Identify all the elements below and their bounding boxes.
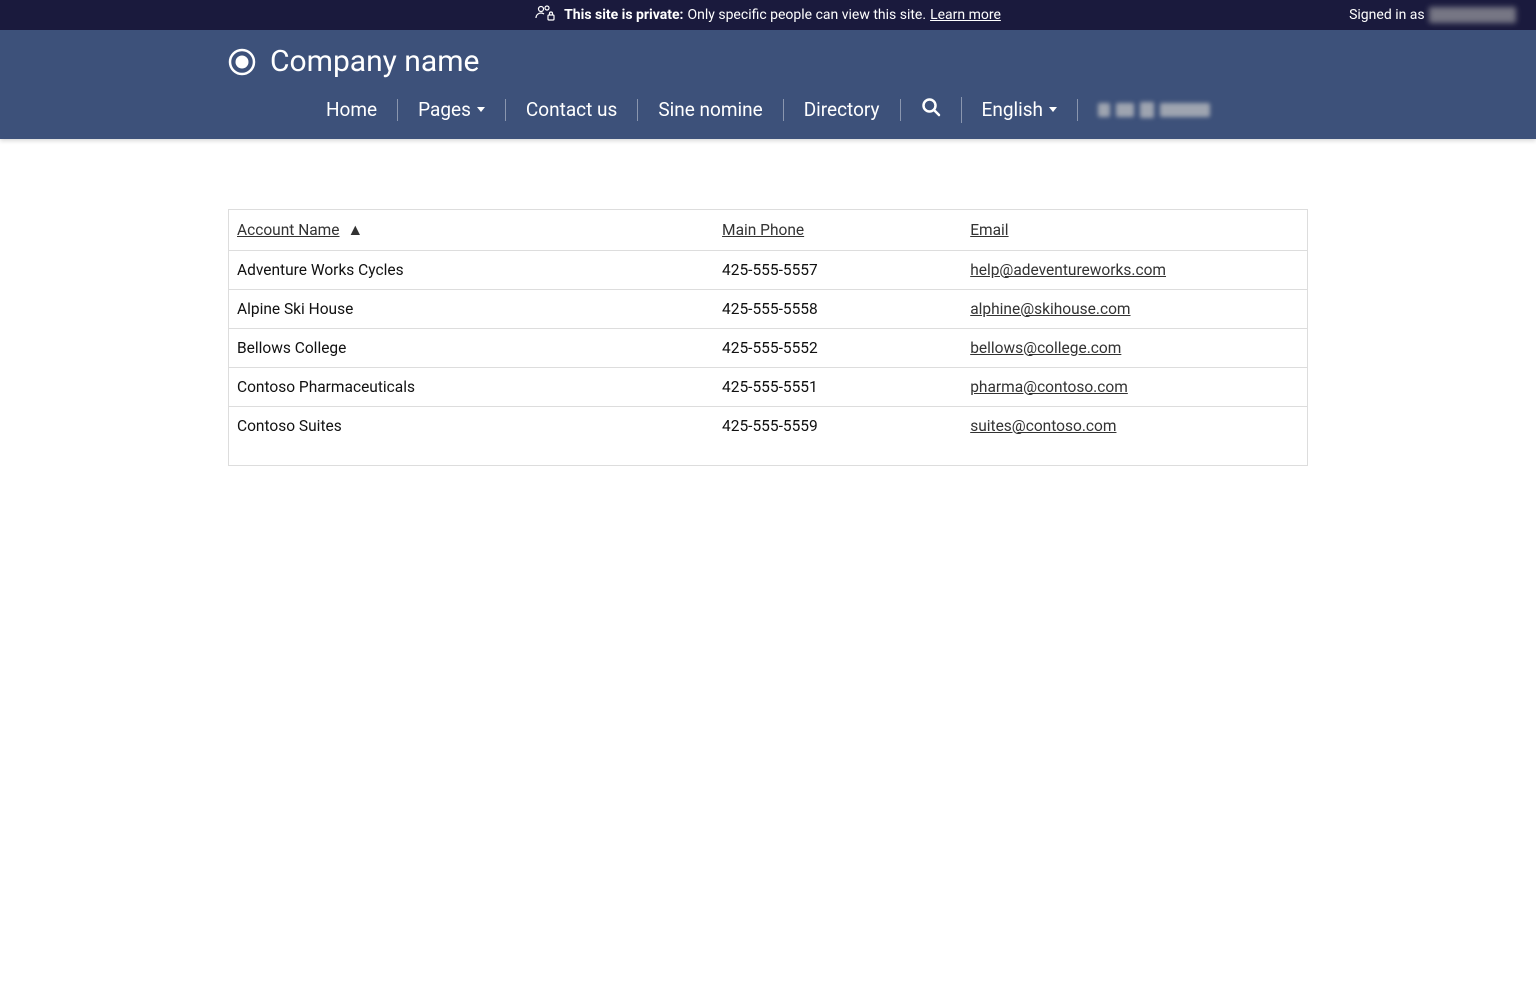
banner-message: Only specific people can view this site. [687, 7, 926, 23]
cell-main-phone: 425-555-5552 [714, 328, 962, 367]
nav-sine-label: Sine nomine [658, 99, 762, 122]
column-header-account-name-link[interactable]: Account Name [237, 221, 340, 239]
signed-in-label: Signed in as [1349, 7, 1425, 23]
cell-account-name: Bellows College [229, 328, 715, 367]
accounts-table: Account Name ▲ Main Phone Email Adventur… [228, 209, 1308, 466]
email-link[interactable]: help@adeventureworks.com [970, 261, 1166, 279]
table-row: Contoso Suites425-555-5559 suites@contoso… [229, 406, 1308, 465]
main-nav: Home Pages Contact us Sine nomine Direct… [228, 97, 1308, 139]
email-link[interactable]: bellows@college.com [970, 339, 1121, 357]
nav-search[interactable] [901, 97, 962, 123]
column-header-email[interactable]: Email [962, 209, 1307, 250]
email-link[interactable]: suites@contoso.com [970, 417, 1116, 435]
sort-ascending-icon: ▲ [347, 220, 363, 240]
nav-user[interactable] [1078, 102, 1230, 118]
cell-account-name: Contoso Pharmaceuticals [229, 367, 715, 406]
column-header-email-link[interactable]: Email [970, 221, 1008, 239]
chevron-down-icon [1049, 107, 1057, 112]
search-icon [921, 97, 941, 123]
nav-directory[interactable]: Directory [784, 99, 901, 122]
email-link[interactable]: pharma@contoso.com [970, 378, 1128, 396]
email-link[interactable]: alphine@skihouse.com [970, 300, 1130, 318]
nav-pages-label: Pages [418, 99, 471, 122]
cell-account-name: Contoso Suites [229, 406, 715, 465]
people-lock-icon [535, 5, 560, 25]
nav-home-label: Home [326, 99, 377, 122]
company-name: Company name [270, 44, 479, 79]
cell-main-phone: 425-555-5558 [714, 289, 962, 328]
table-row: Contoso Pharmaceuticals425-555-5551 pharm… [229, 367, 1308, 406]
chevron-down-icon [477, 107, 485, 112]
main-content: Account Name ▲ Main Phone Email Adventur… [218, 209, 1318, 466]
signed-in-user: xxxxx xx xxxx [1429, 7, 1516, 23]
banner-title: This site is private: [564, 7, 683, 23]
cell-main-phone: 425-555-5551 [714, 367, 962, 406]
nav-contact-label: Contact us [526, 99, 617, 122]
nav-language[interactable]: English [962, 99, 1078, 122]
cell-email: alphine@skihouse.com [962, 289, 1307, 328]
nav-pages[interactable]: Pages [398, 99, 506, 122]
cell-account-name: Adventure Works Cycles [229, 250, 715, 289]
nav-language-label: English [982, 99, 1043, 122]
cell-account-name: Alpine Ski House [229, 289, 715, 328]
nav-home[interactable]: Home [306, 99, 398, 122]
column-header-main-phone-link[interactable]: Main Phone [722, 221, 804, 239]
cell-email: help@adeventureworks.com [962, 250, 1307, 289]
column-header-main-phone[interactable]: Main Phone [714, 209, 962, 250]
cell-email: pharma@contoso.com [962, 367, 1307, 406]
cell-main-phone: 425-555-5557 [714, 250, 962, 289]
private-site-banner: This site is private: Only specific peop… [0, 0, 1536, 30]
cell-email: bellows@college.com [962, 328, 1307, 367]
column-header-account-name[interactable]: Account Name ▲ [229, 209, 715, 250]
nav-directory-label: Directory [804, 99, 880, 122]
cell-email: suites@contoso.com [962, 406, 1307, 465]
cell-main-phone: 425-555-5559 [714, 406, 962, 465]
brand-logo-icon [228, 48, 256, 76]
table-row: Adventure Works Cycles425-555-5557 help@a… [229, 250, 1308, 289]
table-row: Bellows College425-555-5552 bellows@colle… [229, 328, 1308, 367]
site-header: Company name Home Pages Contact us Sine … [0, 30, 1536, 139]
brand[interactable]: Company name [228, 44, 1308, 97]
nav-contact-us[interactable]: Contact us [506, 99, 638, 122]
nav-sine-nomine[interactable]: Sine nomine [638, 99, 783, 122]
table-row: Alpine Ski House425-555-5558 alphine@skih… [229, 289, 1308, 328]
learn-more-link[interactable]: Learn more [930, 7, 1001, 23]
